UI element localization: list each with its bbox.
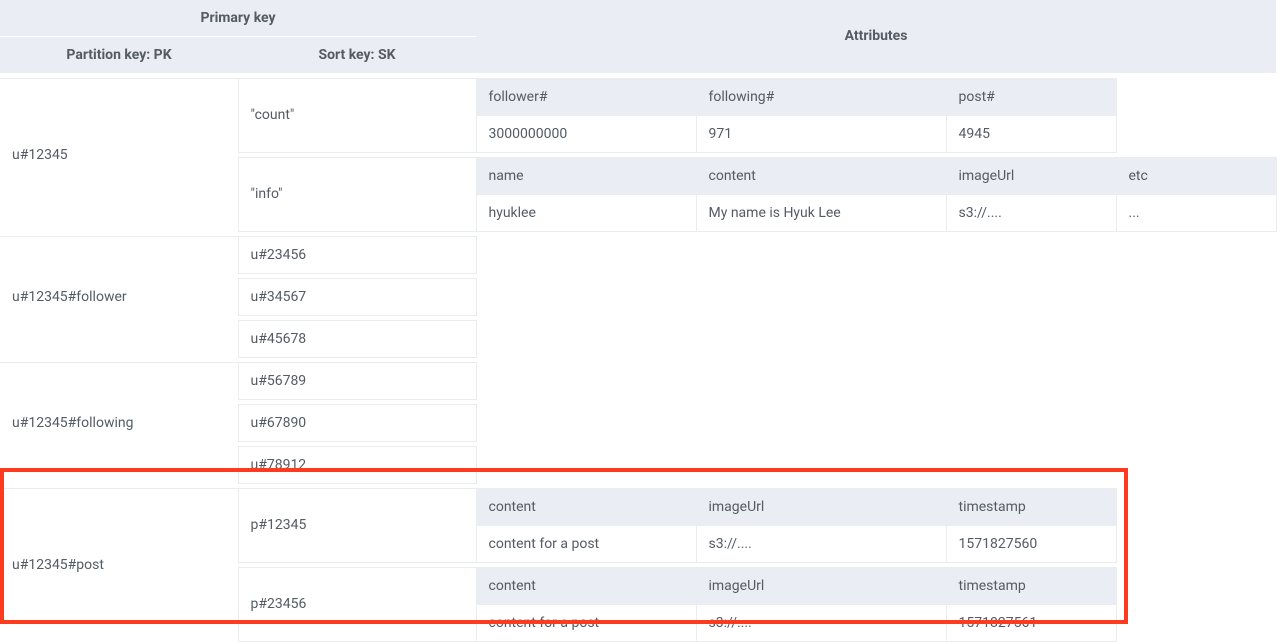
attr-value: s3://.... [696, 604, 946, 641]
sk-info: "info" [238, 157, 476, 231]
header-sort-key: Sort key: SK [238, 37, 476, 74]
attr-header: post# [946, 78, 1116, 115]
sk-count: "count" [238, 78, 476, 152]
attr-value: 4945 [946, 115, 1116, 152]
sk-post-item: p#23456 [238, 567, 476, 641]
attr-header: imageUrl [696, 567, 946, 604]
attr-header: content [476, 567, 696, 604]
attr-value: content for a post [476, 525, 696, 562]
attr-header: content [476, 488, 696, 525]
header-primary-key: Primary key [0, 0, 476, 37]
attr-header: imageUrl [946, 157, 1116, 194]
attr-value: content for a post [476, 604, 696, 641]
attr-header: etc [1116, 157, 1276, 194]
attr-value: hyuklee [476, 194, 696, 231]
pk-follower: u#12345#follower [0, 236, 238, 357]
attr-value: s3://.... [946, 194, 1116, 231]
pk-following: u#12345#following [0, 362, 238, 483]
attr-value: 971 [696, 115, 946, 152]
sk-following-item: u#78912 [238, 446, 476, 483]
attr-value: 3000000000 [476, 115, 696, 152]
pk-post: u#12345#post [0, 488, 238, 641]
attr-header: timestamp [946, 488, 1116, 525]
attr-header: following# [696, 78, 946, 115]
sk-following-item: u#67890 [238, 404, 476, 441]
sk-following-item: u#56789 [238, 362, 476, 399]
attr-value: My name is Hyuk Lee [696, 194, 946, 231]
sk-follower-item: u#45678 [238, 320, 476, 357]
header-partition-key: Partition key: PK [0, 37, 238, 74]
attr-header: timestamp [946, 567, 1116, 604]
attr-header: follower# [476, 78, 696, 115]
attr-value: 1571827561 [946, 604, 1116, 641]
attr-value: s3://.... [696, 525, 946, 562]
attr-header: imageUrl [696, 488, 946, 525]
attr-value: ... [1116, 194, 1276, 231]
attr-header: content [696, 157, 946, 194]
pk-user: u#12345 [0, 78, 238, 231]
dynamodb-table: Primary key Attributes Partition key: PK… [0, 0, 1277, 642]
sk-follower-item: u#23456 [238, 236, 476, 273]
sk-post-item: p#12345 [238, 488, 476, 562]
attr-header: name [476, 157, 696, 194]
sk-follower-item: u#34567 [238, 278, 476, 315]
header-attributes: Attributes [476, 0, 1276, 73]
attr-value: 1571827560 [946, 525, 1116, 562]
